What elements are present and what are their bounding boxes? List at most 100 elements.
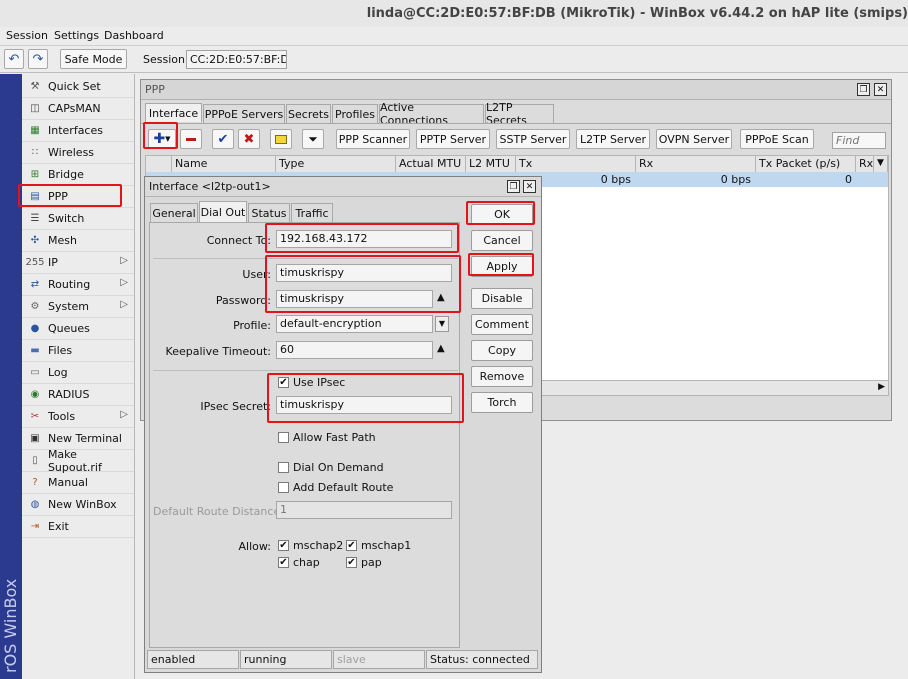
allow-pap-checkbox[interactable]: ✔ [346, 557, 357, 568]
tab-active-connections[interactable]: Active Connections [379, 101, 484, 127]
tab-dial-out[interactable]: Dial Out [199, 201, 247, 222]
enable-button[interactable]: ✔ [212, 129, 234, 149]
profile-label: Profile: [233, 319, 271, 332]
tab-traffic[interactable]: Traffic [291, 203, 333, 222]
cancel-button[interactable]: Cancel [471, 230, 533, 251]
radius-icon: ◉ [30, 389, 40, 400]
allow-fast-path-checkbox[interactable] [278, 432, 289, 443]
ppp-scanner-button[interactable]: PPP Scanner [336, 129, 410, 149]
close-button[interactable]: ✕ [874, 83, 887, 96]
section-divider [153, 258, 458, 259]
sidebar-item-interfaces[interactable]: ▦ Interfaces [22, 120, 134, 142]
ok-button[interactable]: OK [471, 204, 533, 225]
sidebar-item-new-winbox[interactable]: ◍ New WinBox [22, 494, 134, 516]
allow-mschap1-label: mschap1 [361, 539, 412, 552]
sidebar-item-wireless[interactable]: ∷ Wireless [22, 142, 134, 164]
ovpn-server-button[interactable]: OVPN Server [656, 129, 732, 149]
column-header-tx[interactable]: Tx [516, 156, 636, 172]
quick-set-icon: ⚒ [30, 81, 40, 92]
hide-password-icon[interactable]: ▲ [437, 292, 445, 303]
profile-select[interactable]: default-encryption [276, 315, 433, 333]
sidebar-item-radius[interactable]: ◉ RADIUS [22, 384, 134, 406]
tab-pppoe-servers[interactable]: PPPoE Servers [203, 104, 285, 123]
sidebar-item-tools[interactable]: ✂ Tools ▷ [22, 406, 134, 428]
pptp-server-button[interactable]: PPTP Server [416, 129, 490, 149]
keepalive-collapse-icon[interactable]: ▲ [437, 343, 445, 354]
comment-button[interactable] [270, 129, 292, 149]
column-header-rx[interactable]: Rx [636, 156, 756, 172]
dialog-close-button[interactable]: ✕ [523, 180, 536, 193]
sidebar-item-ip[interactable]: 255 IP ▷ [22, 252, 134, 274]
sidebar-item-log[interactable]: ▭ Log [22, 362, 134, 384]
use-ipsec-checkbox[interactable]: ✔ [278, 377, 289, 388]
row-tx-packet: 0 [845, 173, 852, 186]
column-header-l2-mtu[interactable]: L2 MTU [466, 156, 516, 172]
menu-dashboard[interactable]: Dashboard [104, 29, 164, 42]
column-header-actual-mtu[interactable]: Actual MTU [396, 156, 466, 172]
column-header-flag[interactable] [146, 156, 172, 172]
find-input[interactable] [832, 132, 886, 149]
safe-mode-button[interactable]: Safe Mode [60, 49, 127, 69]
status-running: running [240, 650, 332, 669]
torch-button[interactable]: Torch [471, 392, 533, 413]
sidebar-item-queues[interactable]: ● Queues [22, 318, 134, 340]
sidebar-item-mesh[interactable]: ✣ Mesh [22, 230, 134, 252]
allow-chap-checkbox[interactable]: ✔ [278, 557, 289, 568]
sidebar-item-ppp[interactable]: ▤ PPP [22, 186, 134, 208]
comment-button[interactable]: Comment [471, 314, 533, 335]
sidebar-item-make-supout[interactable]: ▯ Make Supout.rif [22, 448, 134, 474]
copy-button[interactable]: Copy [471, 340, 533, 361]
columns-menu-button[interactable]: ▼ [874, 156, 888, 172]
tab-general[interactable]: General [150, 203, 198, 222]
dial-on-demand-checkbox[interactable] [278, 462, 289, 473]
tab-secrets[interactable]: Secrets [286, 104, 331, 123]
status-connection: Status: connected [426, 650, 538, 669]
disable-button[interactable]: ✖ [238, 129, 260, 149]
restore-button[interactable]: ❐ [857, 83, 870, 96]
filter-button[interactable]: ⏷ [302, 129, 324, 149]
add-button[interactable]: ✚ ▼ [148, 129, 176, 149]
pppoe-scan-button[interactable]: PPPoE Scan [740, 129, 814, 149]
password-input[interactable]: timuskrispy [276, 290, 433, 308]
menu-settings[interactable]: Settings [54, 29, 99, 42]
tab-status[interactable]: Status [248, 203, 290, 222]
l2tp-server-button[interactable]: L2TP Server [576, 129, 650, 149]
sidebar-item-exit[interactable]: ⇥ Exit [22, 516, 134, 538]
apply-button[interactable]: Apply [471, 256, 533, 277]
minus-icon [186, 137, 196, 141]
undo-button[interactable]: ↶ [4, 49, 24, 69]
ipsec-secret-input[interactable]: timuskrispy [276, 396, 452, 414]
disable-button[interactable]: Disable [471, 288, 533, 309]
scroll-right-icon[interactable]: ▶ [878, 382, 885, 392]
sidebar-item-bridge[interactable]: ⊞ Bridge [22, 164, 134, 186]
sidebar-item-quick-set[interactable]: ⚒ Quick Set [22, 76, 134, 98]
terminal-icon: ▣ [30, 433, 40, 444]
profile-dropdown-button[interactable]: ▼ [435, 316, 449, 332]
tab-profiles[interactable]: Profiles [332, 104, 378, 123]
allow-mschap1-checkbox[interactable]: ✔ [346, 540, 357, 551]
user-input[interactable]: timuskrispy [276, 264, 452, 282]
sstp-server-button[interactable]: SSTP Server [496, 129, 570, 149]
tab-l2tp-secrets[interactable]: L2TP Secrets [485, 101, 554, 127]
keepalive-input[interactable]: 60 [276, 341, 433, 359]
remove-button[interactable] [180, 129, 202, 149]
add-default-route-checkbox[interactable] [278, 482, 289, 493]
dialog-restore-button[interactable]: ❐ [507, 180, 520, 193]
connect-to-input[interactable]: 192.168.43.172 [276, 230, 452, 248]
column-header-name[interactable]: Name [172, 156, 276, 172]
sidebar-item-switch[interactable]: ☰ Switch [22, 208, 134, 230]
sidebar-item-files[interactable]: ▬ Files [22, 340, 134, 362]
interface-dialog: Interface <l2tp-out1> ❐ ✕ General Dial O… [144, 176, 542, 673]
menu-session[interactable]: Session [6, 29, 48, 42]
column-header-tx-packet[interactable]: Tx Packet (p/s) [756, 156, 856, 172]
sidebar-item-manual[interactable]: ? Manual [22, 472, 134, 494]
column-header-type[interactable]: Type [276, 156, 396, 172]
redo-button[interactable]: ↷ [28, 49, 48, 69]
sidebar-item-capsman[interactable]: ◫ CAPsMAN [22, 98, 134, 120]
remove-button[interactable]: Remove [471, 366, 533, 387]
sidebar-item-routing[interactable]: ⇄ Routing ▷ [22, 274, 134, 296]
sidebar-item-system[interactable]: ⚙ System ▷ [22, 296, 134, 318]
allow-mschap2-checkbox[interactable]: ✔ [278, 540, 289, 551]
column-header-rx-packet[interactable]: Rx [856, 156, 874, 172]
tab-interface[interactable]: Interface [145, 103, 202, 122]
